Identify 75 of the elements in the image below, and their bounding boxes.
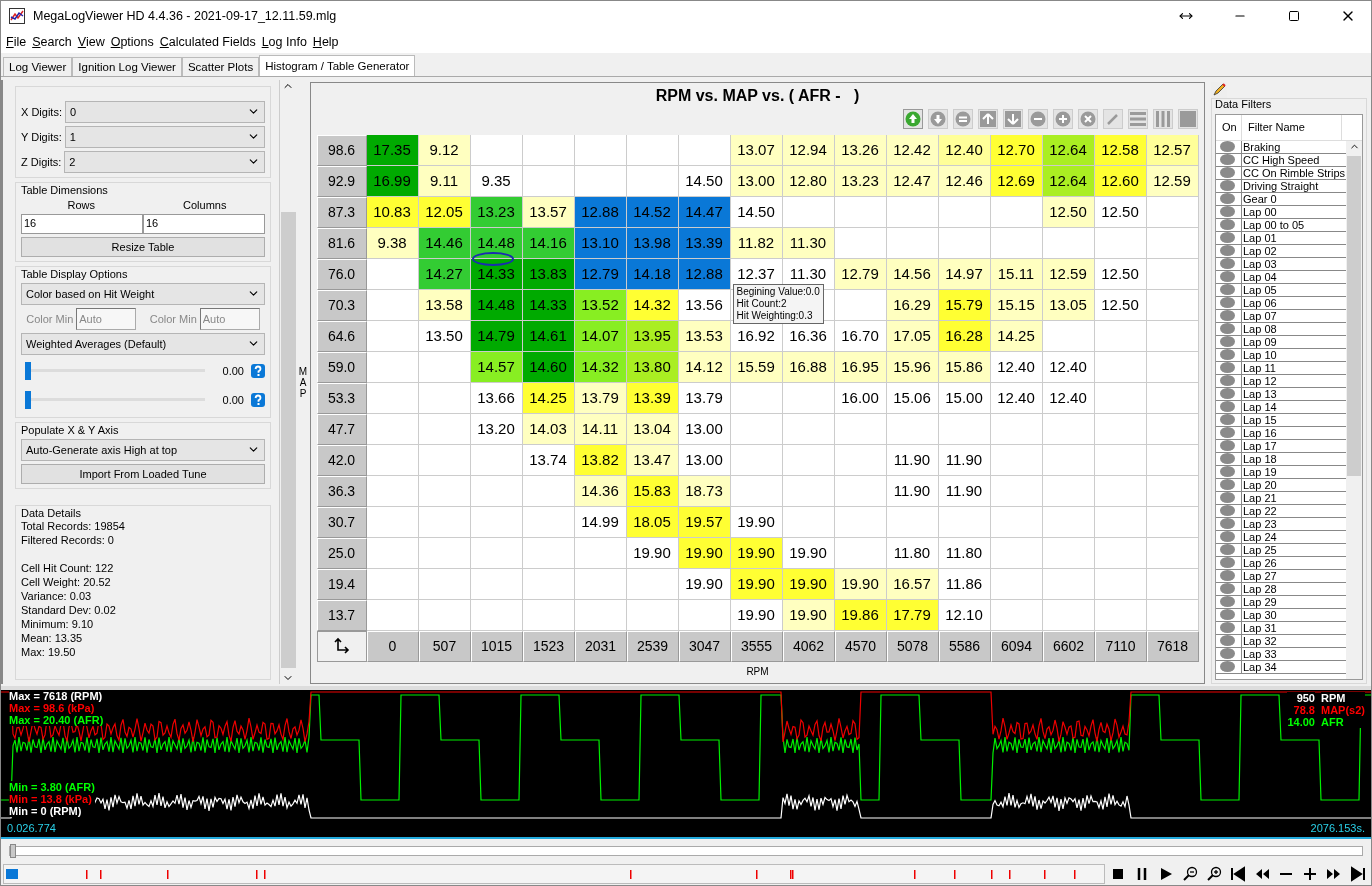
row-header: 70.3	[316, 289, 367, 321]
slider-value: 0.00	[221, 393, 244, 406]
group-title: Table Dimensions	[21, 183, 109, 196]
field-label: X Digits:	[21, 105, 62, 118]
row-header: 30.7	[316, 506, 367, 538]
row-header: 53.3	[316, 382, 367, 414]
group-title: Populate X & Y Axis	[21, 423, 120, 436]
column-header: 5586	[938, 630, 991, 662]
readout-value: 14.00	[1287, 716, 1315, 729]
field-label: Columns	[182, 198, 228, 211]
field-label: Color Min	[26, 312, 74, 325]
row-header: 59.0	[316, 351, 367, 383]
detail-text: Max: 19.50	[21, 644, 77, 659]
time-label: 2076.153s.	[1310, 822, 1365, 835]
tooltip-text: Hit Weighting:0.3	[736, 309, 814, 322]
column-header: On	[1216, 114, 1242, 140]
row-header: 76.0	[316, 258, 367, 290]
field-label: Z Digits:	[21, 155, 62, 168]
row-header: 19.4	[316, 568, 367, 600]
column-header: 7110	[1094, 630, 1147, 662]
chart-label: Min = 13.8 (kPa)	[9, 793, 95, 806]
row-header: 25.0	[316, 537, 367, 569]
group-title: Data Filters	[1215, 97, 1273, 110]
column-header: 2539	[626, 630, 679, 662]
column-header: 0	[366, 630, 419, 662]
chart-label: Min = 3.80 (AFR)	[9, 781, 95, 794]
column-header: 507	[418, 630, 471, 662]
axis-label: RPM	[746, 665, 769, 677]
column-header: 3555	[730, 630, 783, 662]
row-header: 64.6	[316, 320, 367, 352]
column-header: 4570	[834, 630, 887, 662]
column-header: 2031	[574, 630, 627, 662]
row-header: 87.3	[316, 196, 367, 228]
column-header: 4062	[782, 630, 835, 662]
row-header: 98.6	[316, 134, 367, 166]
row-header: 92.9	[316, 165, 367, 197]
column-header: 1015	[470, 630, 523, 662]
column-header: Filter Name	[1242, 114, 1342, 140]
column-header: 6602	[1042, 630, 1095, 662]
readout-value: 950	[1287, 692, 1315, 705]
readout-name: AFR	[1321, 716, 1365, 729]
group-title: Table Display Options	[21, 267, 129, 280]
tooltip-text: Hit Count:2	[736, 297, 788, 310]
detail-text: Cell Hit Count: 122	[21, 560, 115, 575]
detail-text: Mean: 13.35	[21, 630, 84, 645]
row-header: 81.6	[316, 227, 367, 259]
field-label: Y Digits:	[21, 130, 62, 143]
chart-label: Max = 20.40 (AFR)	[9, 714, 104, 727]
detail-text: Cell Weight: 20.52	[21, 574, 112, 589]
detail-text: Filtered Records: 0	[21, 532, 115, 547]
chart-label: Max = 7618 (RPM)	[9, 690, 104, 703]
column-header: 3047	[678, 630, 731, 662]
row-header: 42.0	[316, 444, 367, 476]
table-title: RPM vs. MAP vs. ( AFR - )	[655, 86, 860, 105]
row-header: 13.7	[316, 599, 367, 631]
column-header: 7618	[1146, 630, 1199, 662]
field-label: Color Min	[149, 312, 197, 325]
detail-text: Standard Dev: 0.02	[21, 602, 117, 617]
row-header: 36.3	[316, 475, 367, 507]
readout-name: RPM	[1321, 692, 1365, 705]
chart-label: Min = 0 (RPM)	[9, 805, 95, 818]
detail-text: Total Records: 19854	[21, 518, 126, 533]
column-header: 1523	[522, 630, 575, 662]
row-header: 47.7	[316, 413, 367, 445]
field-label: Rows	[66, 198, 96, 211]
window-title: MegaLogViewer HD 4.4.36 - 2021-09-17_12.11.59.mlg	[33, 9, 338, 23]
column-header: 6094	[990, 630, 1043, 662]
detail-text: Minimum: 9.10	[21, 616, 95, 631]
time-label: 0.026.774	[7, 822, 56, 835]
readout-name: MAP(s2)	[1321, 704, 1365, 717]
slider-value: 0.00	[221, 364, 244, 377]
column-header: 5078	[886, 630, 939, 662]
group-title: Data Details	[21, 506, 82, 519]
detail-text: Variance: 0.03	[21, 588, 93, 603]
axis-label: MAP	[298, 365, 308, 399]
